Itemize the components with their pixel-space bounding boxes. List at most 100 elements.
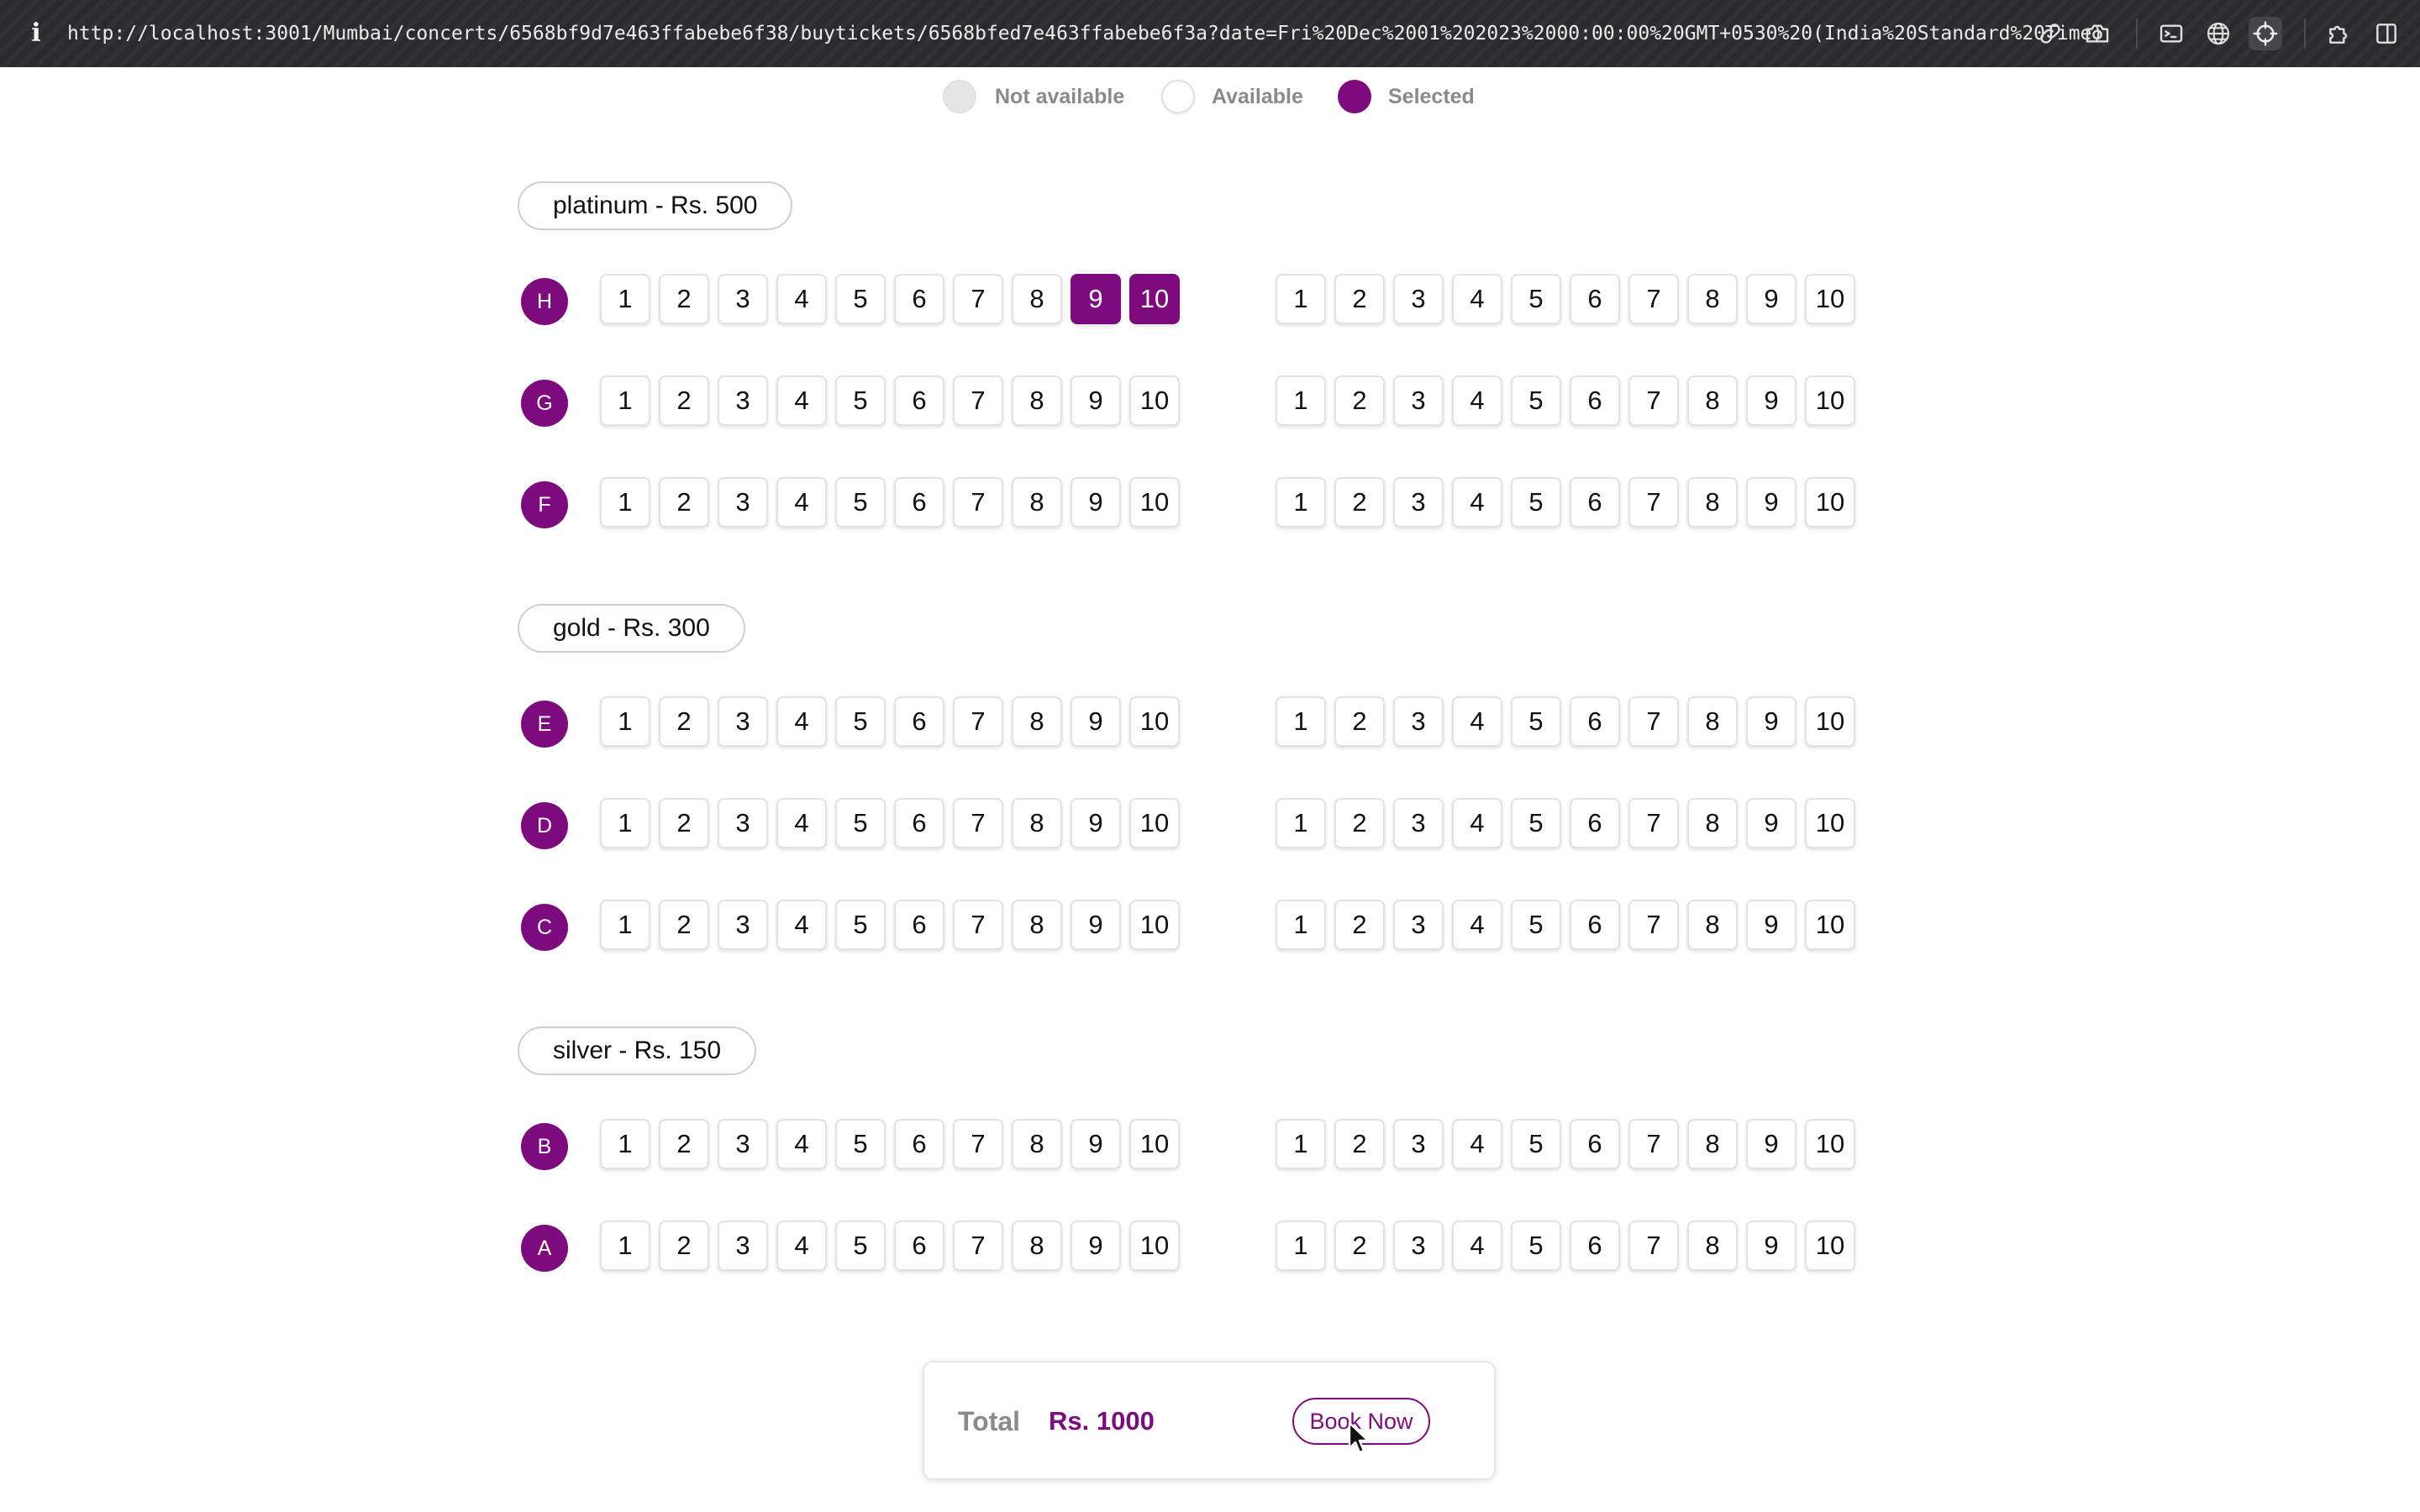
seat-button[interactable]: 10 <box>1805 477 1855 528</box>
seat-button[interactable]: 4 <box>776 274 827 324</box>
seat-button[interactable]: 6 <box>1570 375 1620 426</box>
seat-button[interactable]: 7 <box>953 696 1003 747</box>
seat-button[interactable]: 9 <box>1746 477 1797 528</box>
seat-button[interactable]: 7 <box>1628 1119 1679 1169</box>
seat-button[interactable]: 5 <box>1511 1221 1561 1271</box>
seat-button[interactable]: 6 <box>894 1119 944 1169</box>
puzzle-icon[interactable] <box>2323 17 2356 50</box>
seat-button[interactable]: 9 <box>1746 1119 1797 1169</box>
seat-button[interactable]: 3 <box>1393 477 1444 528</box>
seat-button[interactable]: 4 <box>776 375 827 426</box>
seat-button[interactable]: 5 <box>835 696 886 747</box>
seat-button[interactable]: 7 <box>953 900 1003 950</box>
seat-button[interactable]: 4 <box>1452 274 1502 324</box>
seat-button[interactable]: 6 <box>894 477 944 528</box>
seat-button[interactable]: 4 <box>776 1119 827 1169</box>
seat-button[interactable]: 4 <box>1452 477 1502 528</box>
seat-button[interactable]: 6 <box>894 1221 944 1271</box>
seat-button[interactable]: 9 <box>1746 274 1797 324</box>
seat-button[interactable]: 8 <box>1687 274 1738 324</box>
seat-button[interactable]: 1 <box>1276 1119 1326 1169</box>
seat-button[interactable]: 8 <box>1012 1119 1062 1169</box>
seat-button[interactable]: 3 <box>1393 1119 1444 1169</box>
seat-button[interactable]: 6 <box>894 274 944 324</box>
seat-button[interactable]: 9 <box>1071 274 1121 324</box>
seat-button[interactable]: 5 <box>835 1221 886 1271</box>
seat-button[interactable]: 1 <box>600 1221 650 1271</box>
seat-button[interactable]: 3 <box>1393 900 1444 950</box>
seat-button[interactable]: 2 <box>659 1119 709 1169</box>
seat-button[interactable]: 10 <box>1129 1221 1180 1271</box>
seat-button[interactable]: 2 <box>1334 798 1385 848</box>
seat-button[interactable]: 4 <box>1452 1119 1502 1169</box>
seat-button[interactable]: 7 <box>953 1119 1003 1169</box>
seat-button[interactable]: 2 <box>1334 477 1385 528</box>
seat-button[interactable]: 5 <box>835 1119 886 1169</box>
seat-button[interactable]: 3 <box>718 375 768 426</box>
seat-button[interactable]: 10 <box>1129 900 1180 950</box>
seat-button[interactable]: 10 <box>1805 696 1855 747</box>
seat-button[interactable]: 3 <box>1393 375 1444 426</box>
seat-button[interactable]: 8 <box>1687 798 1738 848</box>
seat-button[interactable]: 5 <box>1511 375 1561 426</box>
seat-button[interactable]: 2 <box>659 696 709 747</box>
seat-button[interactable]: 6 <box>894 900 944 950</box>
seat-button[interactable]: 1 <box>1276 696 1326 747</box>
seat-button[interactable]: 1 <box>1276 1221 1326 1271</box>
seat-button[interactable]: 4 <box>1452 1221 1502 1271</box>
seat-button[interactable]: 10 <box>1129 375 1180 426</box>
seat-button[interactable]: 7 <box>1628 696 1679 747</box>
seat-button[interactable]: 1 <box>600 375 650 426</box>
seat-button[interactable]: 3 <box>1393 274 1444 324</box>
seat-button[interactable]: 9 <box>1071 1221 1121 1271</box>
sidebar-icon[interactable] <box>2370 17 2403 50</box>
seat-button[interactable]: 5 <box>1511 696 1561 747</box>
seat-button[interactable]: 1 <box>600 900 650 950</box>
info-icon[interactable]: i <box>24 15 49 52</box>
seat-button[interactable]: 3 <box>718 477 768 528</box>
seat-button[interactable]: 9 <box>1746 696 1797 747</box>
seat-button[interactable]: 6 <box>1570 477 1620 528</box>
seat-button[interactable]: 5 <box>1511 900 1561 950</box>
seat-button[interactable]: 10 <box>1129 696 1180 747</box>
seat-button[interactable]: 1 <box>600 696 650 747</box>
seat-button[interactable]: 8 <box>1012 1221 1062 1271</box>
seat-button[interactable]: 3 <box>718 274 768 324</box>
seat-button[interactable]: 9 <box>1071 900 1121 950</box>
seat-button[interactable]: 4 <box>1452 375 1502 426</box>
seat-button[interactable]: 3 <box>1393 798 1444 848</box>
seat-button[interactable]: 7 <box>1628 1221 1679 1271</box>
seat-button[interactable]: 8 <box>1687 477 1738 528</box>
seat-button[interactable]: 8 <box>1687 696 1738 747</box>
seat-button[interactable]: 3 <box>718 1221 768 1271</box>
seat-button[interactable]: 6 <box>894 696 944 747</box>
seat-button[interactable]: 5 <box>835 375 886 426</box>
seat-button[interactable]: 1 <box>600 477 650 528</box>
seat-button[interactable]: 9 <box>1746 900 1797 950</box>
seat-button[interactable]: 10 <box>1129 798 1180 848</box>
seat-button[interactable]: 7 <box>1628 798 1679 848</box>
seat-button[interactable]: 2 <box>1334 696 1385 747</box>
seat-button[interactable]: 7 <box>1628 477 1679 528</box>
seat-button[interactable]: 3 <box>718 900 768 950</box>
seat-button[interactable]: 7 <box>953 1221 1003 1271</box>
seat-button[interactable]: 2 <box>659 274 709 324</box>
seat-button[interactable]: 7 <box>953 375 1003 426</box>
seat-button[interactable]: 4 <box>776 900 827 950</box>
seat-button[interactable]: 9 <box>1071 477 1121 528</box>
seat-button[interactable]: 1 <box>600 274 650 324</box>
seat-button[interactable]: 7 <box>953 798 1003 848</box>
terminal-icon[interactable] <box>2154 17 2188 50</box>
seat-button[interactable]: 9 <box>1746 798 1797 848</box>
seat-button[interactable]: 3 <box>718 798 768 848</box>
seat-button[interactable]: 6 <box>1570 1119 1620 1169</box>
seat-button[interactable]: 7 <box>1628 375 1679 426</box>
seat-button[interactable]: 10 <box>1129 1119 1180 1169</box>
seat-button[interactable]: 8 <box>1012 477 1062 528</box>
seat-button[interactable]: 2 <box>1334 1119 1385 1169</box>
seat-button[interactable]: 8 <box>1687 900 1738 950</box>
seat-button[interactable]: 5 <box>835 274 886 324</box>
seat-button[interactable]: 1 <box>600 798 650 848</box>
seat-button[interactable]: 2 <box>659 375 709 426</box>
seat-button[interactable]: 9 <box>1071 375 1121 426</box>
